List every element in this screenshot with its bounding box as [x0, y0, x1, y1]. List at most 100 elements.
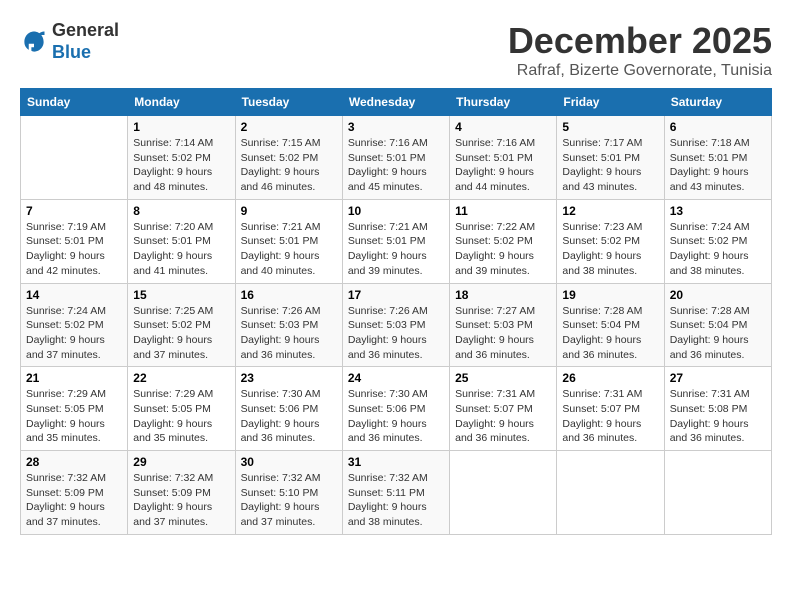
- day-info: Sunrise: 7:17 AMSunset: 5:01 PMDaylight:…: [562, 136, 658, 195]
- day-number: 4: [455, 120, 551, 134]
- day-number: 14: [26, 288, 122, 302]
- calendar-cell: 4 Sunrise: 7:16 AMSunset: 5:01 PMDaylight…: [450, 116, 557, 200]
- day-info: Sunrise: 7:15 AMSunset: 5:02 PMDaylight:…: [241, 136, 337, 195]
- title-block: December 2025 Rafraf, Bizerte Governorat…: [508, 20, 772, 80]
- calendar-cell: 30 Sunrise: 7:32 AMSunset: 5:10 PMDayligh…: [235, 451, 342, 535]
- day-number: 29: [133, 455, 229, 469]
- calendar-week-row: 1 Sunrise: 7:14 AMSunset: 5:02 PMDaylight…: [21, 116, 772, 200]
- calendar-week-row: 14 Sunrise: 7:24 AMSunset: 5:02 PMDayligh…: [21, 283, 772, 367]
- day-info: Sunrise: 7:22 AMSunset: 5:02 PMDaylight:…: [455, 220, 551, 279]
- day-info: Sunrise: 7:30 AMSunset: 5:06 PMDaylight:…: [241, 387, 337, 446]
- day-info: Sunrise: 7:32 AMSunset: 5:09 PMDaylight:…: [26, 471, 122, 530]
- day-number: 6: [670, 120, 766, 134]
- calendar-cell: [450, 451, 557, 535]
- logo-icon: [20, 28, 48, 56]
- day-number: 17: [348, 288, 444, 302]
- day-info: Sunrise: 7:27 AMSunset: 5:03 PMDaylight:…: [455, 304, 551, 363]
- calendar-cell: 17 Sunrise: 7:26 AMSunset: 5:03 PMDayligh…: [342, 283, 449, 367]
- logo: General Blue: [20, 20, 119, 63]
- calendar-cell: 8 Sunrise: 7:20 AMSunset: 5:01 PMDaylight…: [128, 199, 235, 283]
- header-day-wednesday: Wednesday: [342, 89, 449, 116]
- day-number: 12: [562, 204, 658, 218]
- calendar-cell: [664, 451, 771, 535]
- calendar-cell: 31 Sunrise: 7:32 AMSunset: 5:11 PMDayligh…: [342, 451, 449, 535]
- day-info: Sunrise: 7:16 AMSunset: 5:01 PMDaylight:…: [455, 136, 551, 195]
- day-info: Sunrise: 7:19 AMSunset: 5:01 PMDaylight:…: [26, 220, 122, 279]
- day-number: 28: [26, 455, 122, 469]
- day-info: Sunrise: 7:29 AMSunset: 5:05 PMDaylight:…: [26, 387, 122, 446]
- day-number: 20: [670, 288, 766, 302]
- day-info: Sunrise: 7:26 AMSunset: 5:03 PMDaylight:…: [348, 304, 444, 363]
- calendar-cell: 13 Sunrise: 7:24 AMSunset: 5:02 PMDayligh…: [664, 199, 771, 283]
- header-day-tuesday: Tuesday: [235, 89, 342, 116]
- day-info: Sunrise: 7:26 AMSunset: 5:03 PMDaylight:…: [241, 304, 337, 363]
- day-info: Sunrise: 7:31 AMSunset: 5:07 PMDaylight:…: [562, 387, 658, 446]
- day-number: 31: [348, 455, 444, 469]
- day-number: 23: [241, 371, 337, 385]
- calendar-cell: 9 Sunrise: 7:21 AMSunset: 5:01 PMDaylight…: [235, 199, 342, 283]
- day-number: 26: [562, 371, 658, 385]
- calendar-cell: 19 Sunrise: 7:28 AMSunset: 5:04 PMDayligh…: [557, 283, 664, 367]
- day-number: 27: [670, 371, 766, 385]
- calendar-cell: 18 Sunrise: 7:27 AMSunset: 5:03 PMDayligh…: [450, 283, 557, 367]
- day-number: 2: [241, 120, 337, 134]
- header-day-saturday: Saturday: [664, 89, 771, 116]
- day-number: 19: [562, 288, 658, 302]
- calendar-cell: 25 Sunrise: 7:31 AMSunset: 5:07 PMDayligh…: [450, 367, 557, 451]
- day-info: Sunrise: 7:18 AMSunset: 5:01 PMDaylight:…: [670, 136, 766, 195]
- day-number: 18: [455, 288, 551, 302]
- day-info: Sunrise: 7:28 AMSunset: 5:04 PMDaylight:…: [562, 304, 658, 363]
- day-number: 13: [670, 204, 766, 218]
- calendar-week-row: 28 Sunrise: 7:32 AMSunset: 5:09 PMDayligh…: [21, 451, 772, 535]
- header-day-thursday: Thursday: [450, 89, 557, 116]
- day-number: 10: [348, 204, 444, 218]
- calendar-cell: 15Sunrise: 7:25 AMSunset: 5:02 PMDayligh…: [128, 283, 235, 367]
- day-info: Sunrise: 7:32 AMSunset: 5:10 PMDaylight:…: [241, 471, 337, 530]
- day-info: Sunrise: 7:32 AMSunset: 5:09 PMDaylight:…: [133, 471, 229, 530]
- calendar-cell: [557, 451, 664, 535]
- page-header: General Blue December 2025 Rafraf, Bizer…: [20, 20, 772, 80]
- calendar-cell: 27 Sunrise: 7:31 AMSunset: 5:08 PMDayligh…: [664, 367, 771, 451]
- calendar-cell: 1 Sunrise: 7:14 AMSunset: 5:02 PMDaylight…: [128, 116, 235, 200]
- day-number: 1: [133, 120, 229, 134]
- day-number: 9: [241, 204, 337, 218]
- day-number: 8: [133, 204, 229, 218]
- calendar-cell: 3Sunrise: 7:16 AMSunset: 5:01 PMDaylight…: [342, 116, 449, 200]
- day-number: 25: [455, 371, 551, 385]
- calendar-cell: 14 Sunrise: 7:24 AMSunset: 5:02 PMDayligh…: [21, 283, 128, 367]
- day-info: Sunrise: 7:16 AMSunset: 5:01 PMDaylight:…: [348, 136, 444, 195]
- day-number: 7: [26, 204, 122, 218]
- day-number: 22: [133, 371, 229, 385]
- calendar-cell: 22Sunrise: 7:29 AMSunset: 5:05 PMDayligh…: [128, 367, 235, 451]
- calendar-cell: 28 Sunrise: 7:32 AMSunset: 5:09 PMDayligh…: [21, 451, 128, 535]
- calendar-week-row: 21Sunrise: 7:29 AMSunset: 5:05 PMDayligh…: [21, 367, 772, 451]
- day-info: Sunrise: 7:28 AMSunset: 5:04 PMDaylight:…: [670, 304, 766, 363]
- day-info: Sunrise: 7:21 AMSunset: 5:01 PMDaylight:…: [241, 220, 337, 279]
- day-info: Sunrise: 7:20 AMSunset: 5:01 PMDaylight:…: [133, 220, 229, 279]
- calendar-cell: 23 Sunrise: 7:30 AMSunset: 5:06 PMDayligh…: [235, 367, 342, 451]
- calendar-cell: 21Sunrise: 7:29 AMSunset: 5:05 PMDayligh…: [21, 367, 128, 451]
- calendar-table: SundayMondayTuesdayWednesdayThursdayFrid…: [20, 88, 772, 535]
- location: Rafraf, Bizerte Governorate, Tunisia: [508, 62, 772, 80]
- day-number: 24: [348, 371, 444, 385]
- calendar-header-row: SundayMondayTuesdayWednesdayThursdayFrid…: [21, 89, 772, 116]
- day-info: Sunrise: 7:24 AMSunset: 5:02 PMDaylight:…: [26, 304, 122, 363]
- day-info: Sunrise: 7:24 AMSunset: 5:02 PMDaylight:…: [670, 220, 766, 279]
- day-number: 30: [241, 455, 337, 469]
- calendar-cell: 24 Sunrise: 7:30 AMSunset: 5:06 PMDayligh…: [342, 367, 449, 451]
- calendar-cell: 5 Sunrise: 7:17 AMSunset: 5:01 PMDaylight…: [557, 116, 664, 200]
- header-day-monday: Monday: [128, 89, 235, 116]
- calendar-cell: [21, 116, 128, 200]
- header-day-friday: Friday: [557, 89, 664, 116]
- day-info: Sunrise: 7:30 AMSunset: 5:06 PMDaylight:…: [348, 387, 444, 446]
- day-number: 5: [562, 120, 658, 134]
- calendar-cell: 10Sunrise: 7:21 AMSunset: 5:01 PMDayligh…: [342, 199, 449, 283]
- day-number: 11: [455, 204, 551, 218]
- day-info: Sunrise: 7:32 AMSunset: 5:11 PMDaylight:…: [348, 471, 444, 530]
- day-number: 15: [133, 288, 229, 302]
- day-info: Sunrise: 7:31 AMSunset: 5:08 PMDaylight:…: [670, 387, 766, 446]
- day-info: Sunrise: 7:14 AMSunset: 5:02 PMDaylight:…: [133, 136, 229, 195]
- day-info: Sunrise: 7:31 AMSunset: 5:07 PMDaylight:…: [455, 387, 551, 446]
- logo-text: General Blue: [52, 20, 119, 63]
- calendar-cell: 12Sunrise: 7:23 AMSunset: 5:02 PMDayligh…: [557, 199, 664, 283]
